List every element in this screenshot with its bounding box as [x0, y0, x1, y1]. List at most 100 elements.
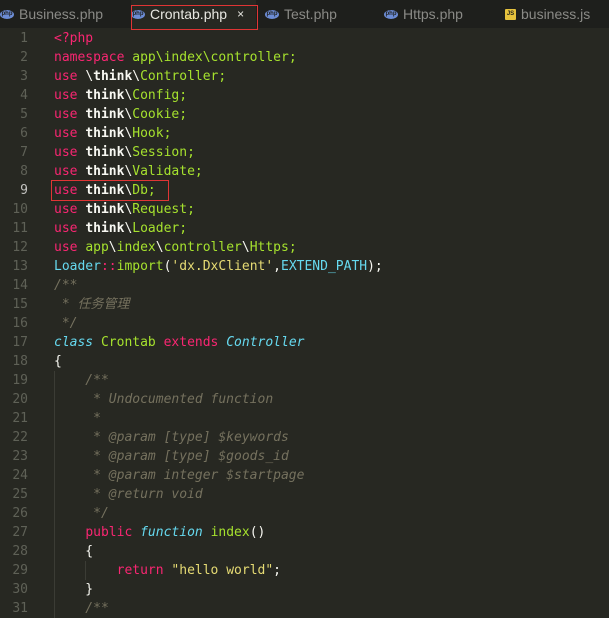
code-token: "hello world"	[171, 563, 274, 578]
code-line[interactable]: 13 Loader::import('dx.DxClient',EXTEND_PA…	[0, 257, 609, 276]
code-token: Controller;	[140, 69, 227, 84]
tab-label: business.js	[521, 6, 591, 22]
tab-label: Test.php	[284, 6, 337, 22]
line-number: 11	[12, 221, 28, 236]
code-token: Hook;	[132, 126, 172, 141]
code-line[interactable]: 23 * @param [type] $goods_id	[0, 447, 609, 466]
code-token: ()	[249, 525, 266, 540]
code-editor[interactable]: 1 <?php 2 namespace app\index\controller; 3 u…	[0, 28, 609, 618]
code-line[interactable]: 19 /**	[0, 371, 609, 390]
code-line[interactable]: 25 * @return void	[0, 485, 609, 504]
code-line[interactable]: 1 <?php	[0, 29, 609, 48]
code-token: function	[140, 525, 211, 540]
code-line[interactable]: 10 use think\Request;	[0, 200, 609, 219]
code-token: 'dx.DxClient'	[171, 259, 274, 274]
code-token: {	[54, 544, 94, 559]
tab-business-php[interactable]: php Business.php	[0, 0, 124, 28]
code-token: Crontab	[100, 335, 164, 350]
code-line[interactable]: 16 */	[0, 314, 609, 333]
code-text: */	[54, 504, 109, 523]
line-number: 8	[20, 164, 28, 179]
line-number: 26	[12, 506, 28, 521]
js-file-icon: JS	[505, 8, 516, 20]
code-token: \	[155, 240, 164, 255]
code-token: \	[132, 69, 141, 84]
code-token: think	[85, 107, 125, 122]
code-line[interactable]: 4 use think\Config;	[0, 86, 609, 105]
line-number: 13	[12, 259, 28, 274]
code-line[interactable]: 11 use think\Loader;	[0, 219, 609, 238]
code-line[interactable]: 12 use app\index\controller\Https;	[0, 238, 609, 257]
code-token: think	[85, 88, 125, 103]
line-number: 28	[12, 544, 28, 559]
editor-tab-bar: php Business.php php Crontab.php × php T…	[0, 0, 609, 30]
code-token: Cookie;	[132, 107, 188, 122]
code-text: use think\Cookie;	[54, 105, 187, 124]
code-line[interactable]: 17 class Crontab extends Controller	[0, 333, 609, 352]
code-token: use	[54, 88, 86, 103]
line-number: 2	[20, 50, 28, 65]
code-text: use think\Loader;	[54, 219, 187, 238]
code-token: public	[85, 525, 141, 540]
code-line[interactable]: 7 use think\Session;	[0, 143, 609, 162]
code-line[interactable]: 22 * @param [type] $keywords	[0, 428, 609, 447]
line-number: 7	[20, 145, 28, 160]
code-text: * @param integer $startpage	[54, 466, 304, 485]
tab-test-php[interactable]: php Test.php	[265, 0, 375, 28]
code-token: Request;	[132, 202, 195, 217]
code-text: /**	[54, 276, 77, 295]
code-token: index	[210, 525, 250, 540]
code-token: extends	[163, 335, 227, 350]
line-number: 14	[12, 278, 28, 293]
code-text: class Crontab extends Controller	[54, 333, 305, 352]
code-token: \	[108, 240, 117, 255]
code-token: /**	[54, 373, 109, 388]
line-number: 9	[20, 183, 28, 198]
code-token: */	[54, 506, 109, 521]
code-line[interactable]: 6 use think\Hook;	[0, 124, 609, 143]
code-line[interactable]: 28 {	[0, 542, 609, 561]
code-token: index	[116, 240, 156, 255]
code-line[interactable]: 21 *	[0, 409, 609, 428]
code-text: * @param [type] $keywords	[54, 428, 289, 447]
code-text: }	[54, 580, 93, 599]
code-text: {	[54, 352, 62, 371]
code-token: Loader	[54, 259, 101, 274]
code-line[interactable]: 24 * @param integer $startpage	[0, 466, 609, 485]
code-text: use think\Config;	[54, 86, 187, 105]
code-token: {	[54, 354, 62, 369]
code-line[interactable]: 3 use \think\Controller;	[0, 67, 609, 86]
code-token: * @param integer $startpage	[54, 468, 305, 483]
code-text: return "hello world";	[54, 561, 281, 580]
code-token: ::	[100, 259, 117, 274]
code-line[interactable]: 8 use think\Validate;	[0, 162, 609, 181]
code-token: Loader;	[132, 221, 188, 236]
code-line[interactable]: 2 namespace app\index\controller;	[0, 48, 609, 67]
line-number: 17	[12, 335, 28, 350]
code-line[interactable]: 15 * 任务管理	[0, 295, 609, 314]
code-token: use	[54, 221, 86, 236]
code-token: use	[54, 202, 86, 217]
code-line[interactable]: 20 * Undocumented function	[0, 390, 609, 409]
code-line[interactable]: 30 }	[0, 580, 609, 599]
code-text: use think\Request;	[54, 200, 195, 219]
active-tab-highlight-box	[131, 5, 258, 30]
code-line[interactable]: 18 {	[0, 352, 609, 371]
code-line[interactable]: 5 use think\Cookie;	[0, 105, 609, 124]
code-line[interactable]: 29 return "hello world";	[0, 561, 609, 580]
tab-https-php[interactable]: php Https.php	[384, 0, 496, 28]
code-text: * Undocumented function	[54, 390, 273, 409]
code-line[interactable]: 31 /**	[0, 599, 609, 618]
code-line[interactable]: 27 public function index()	[0, 523, 609, 542]
code-line[interactable]: 14 /**	[0, 276, 609, 295]
line-number: 3	[20, 69, 28, 84]
code-token: import	[116, 259, 164, 274]
code-token: <?php	[54, 31, 94, 46]
line-number: 12	[12, 240, 28, 255]
code-token: think	[85, 202, 125, 217]
code-line[interactable]: 26 */	[0, 504, 609, 523]
tab-business-js[interactable]: JS business.js	[505, 0, 609, 28]
line-number: 20	[12, 392, 28, 407]
code-token: use	[54, 240, 86, 255]
